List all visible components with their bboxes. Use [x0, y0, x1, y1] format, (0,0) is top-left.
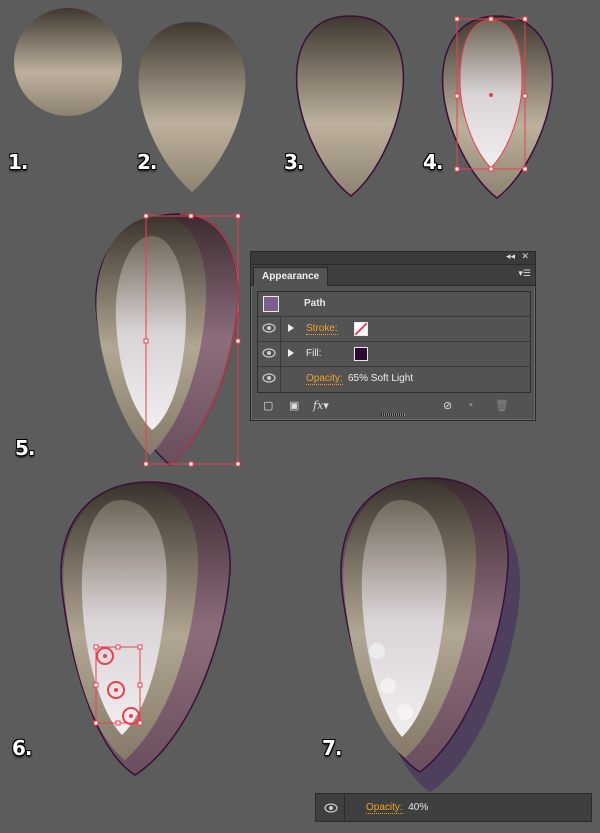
- opacity-value: 65% Soft Light: [348, 373, 414, 384]
- panel-resize-grip[interactable]: [381, 413, 405, 416]
- step-label-1: 1.: [8, 150, 28, 174]
- artwork-3-egg-outlined: [295, 15, 405, 197]
- double-chevron-left-icon[interactable]: ◂◂: [506, 251, 515, 262]
- opacity-strip: Opacity: 40%: [315, 793, 592, 822]
- fx-icon[interactable]: fx▾: [313, 399, 329, 412]
- stroke-none-swatch-icon[interactable]: [354, 322, 368, 336]
- panel-tab-row: Appearance ▾☰: [251, 265, 535, 286]
- expand-triangle-icon[interactable]: [288, 324, 294, 332]
- step-label-7: 7.: [322, 736, 342, 760]
- tab-appearance[interactable]: Appearance: [253, 267, 329, 286]
- add-new-fill-icon[interactable]: ▣: [289, 399, 299, 412]
- strip-opacity-value: 40%: [408, 802, 429, 813]
- step-label-3: 3.: [284, 150, 304, 174]
- appearance-row-path[interactable]: Path: [258, 292, 530, 317]
- stroke-link[interactable]: Stroke:: [306, 323, 338, 335]
- step-label-4: 4.: [423, 150, 443, 174]
- appearance-panel: ◂◂ ✕ Appearance ▾☰ Path Stroke: Fill: Op…: [250, 251, 536, 421]
- fill-swatch[interactable]: [354, 347, 368, 361]
- opacity-link[interactable]: Opacity:: [306, 373, 343, 385]
- appearance-row-stroke[interactable]: Stroke:: [258, 317, 530, 342]
- panel-menu-icon[interactable]: ▾☰: [518, 268, 531, 279]
- appearance-row-fill[interactable]: Fill:: [258, 342, 530, 367]
- add-new-stroke-icon[interactable]: ▢: [263, 399, 273, 412]
- visibility-eye-icon[interactable]: [324, 803, 338, 813]
- close-icon[interactable]: ✕: [521, 251, 529, 262]
- appearance-row-opacity[interactable]: Opacity: 65% Soft Light: [258, 367, 530, 391]
- artwork-4-egg-with-highlight: [441, 15, 554, 199]
- visibility-eye-icon[interactable]: [262, 373, 276, 383]
- visibility-eye-icon[interactable]: [262, 348, 276, 358]
- strip-opacity-label[interactable]: Opacity: 40%: [366, 802, 429, 814]
- expand-triangle-icon[interactable]: [288, 349, 294, 357]
- appearance-attributes-list: Path Stroke: Fill: Opacity: 65% Soft Lig…: [257, 291, 531, 393]
- artwork-6-egg-with-dots: [60, 481, 231, 776]
- artwork-1-circle: [14, 8, 122, 116]
- panel-titlebar[interactable]: ◂◂ ✕: [251, 251, 535, 265]
- clear-appearance-icon[interactable]: ⊘: [443, 399, 452, 412]
- object-type-label: Path: [304, 298, 326, 309]
- step-label-2: 2.: [137, 150, 157, 174]
- trash-icon[interactable]: 🗑: [495, 399, 509, 412]
- strip-opacity-link[interactable]: Opacity:: [366, 802, 403, 814]
- visibility-eye-icon[interactable]: [262, 323, 276, 333]
- stroke-label[interactable]: Stroke:: [306, 323, 338, 335]
- artwork-7-final-egg: [340, 477, 521, 792]
- object-thumbnail: [263, 296, 279, 312]
- artwork-5-egg-with-rim: [95, 213, 241, 467]
- duplicate-item-icon[interactable]: ▪: [469, 399, 473, 411]
- step-label-5: 5.: [15, 436, 35, 460]
- opacity-label[interactable]: Opacity:: [306, 373, 343, 385]
- fill-label: Fill:: [306, 348, 322, 359]
- step-label-6: 6.: [12, 736, 32, 760]
